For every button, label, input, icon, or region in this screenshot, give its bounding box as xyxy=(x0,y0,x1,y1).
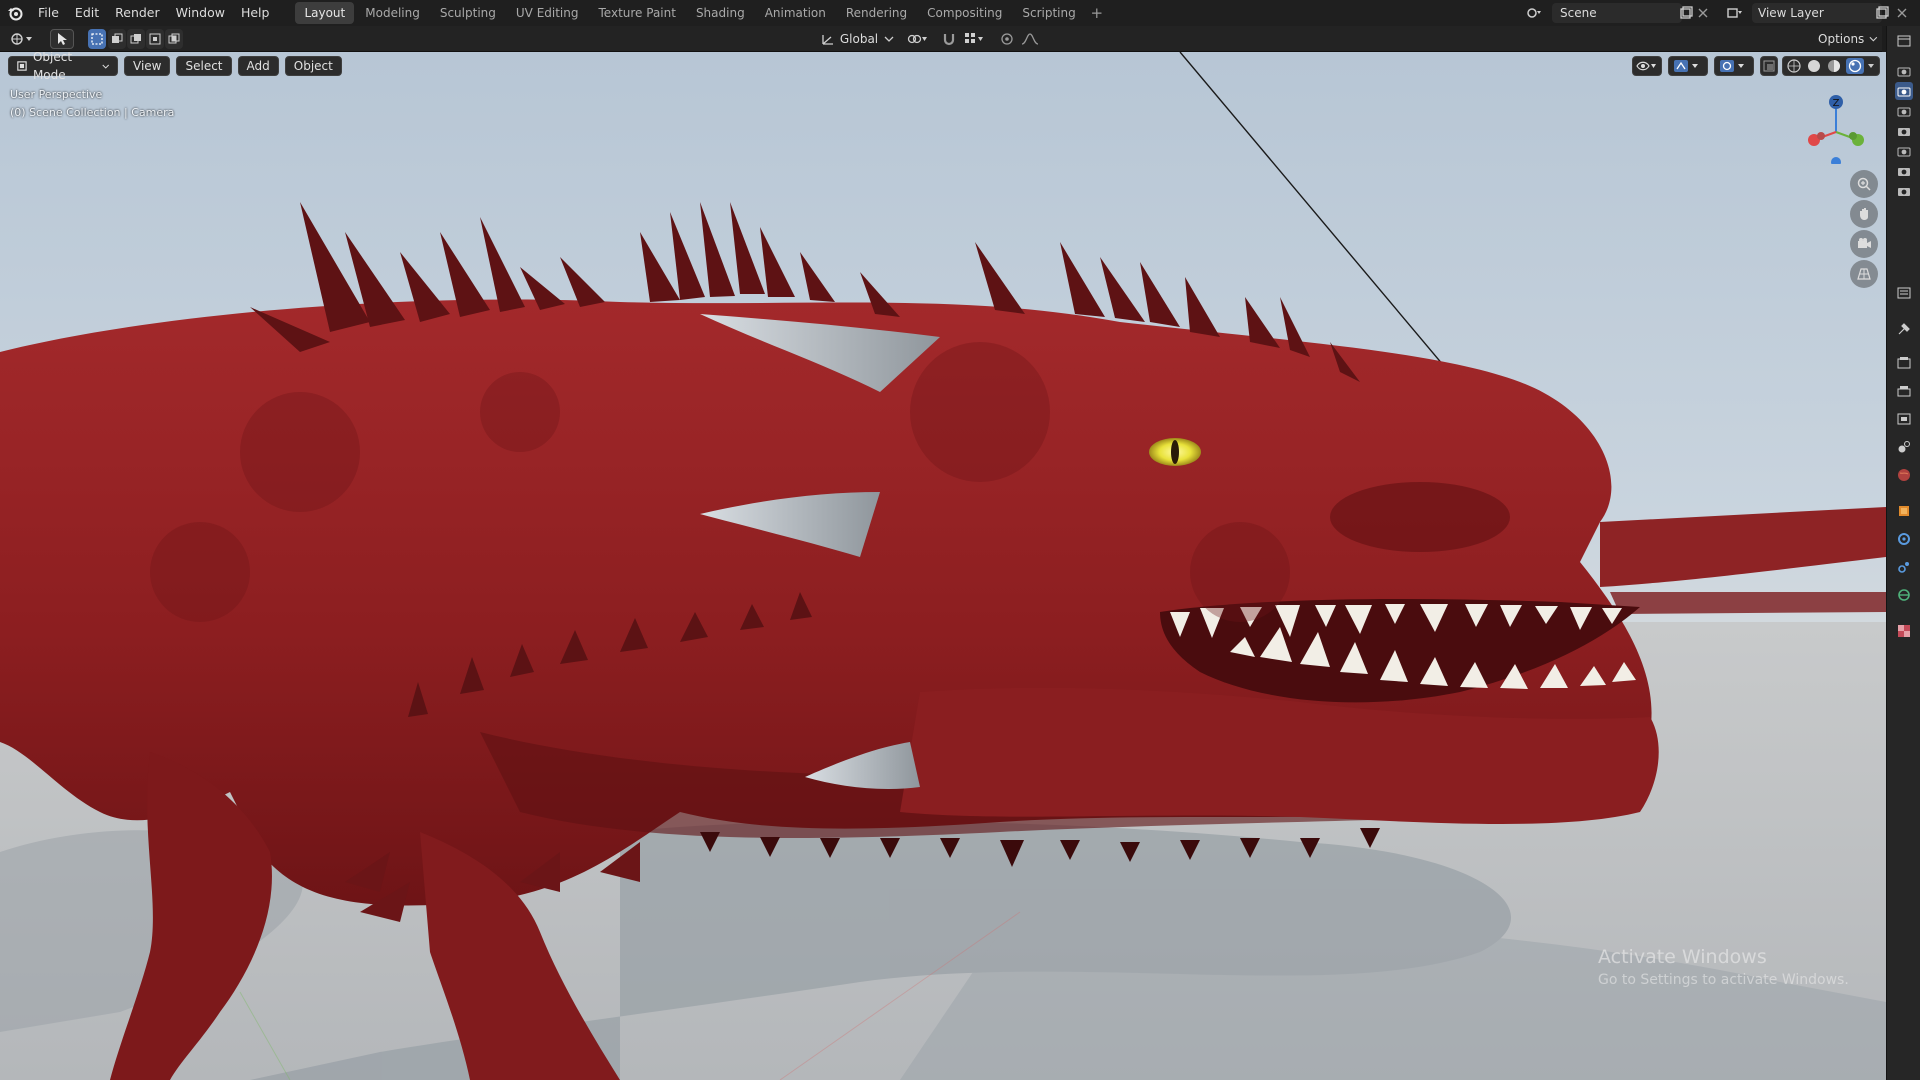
pan-hand-icon[interactable] xyxy=(1850,200,1878,228)
editor-type-icon[interactable] xyxy=(1895,32,1913,50)
world-icon[interactable] xyxy=(1895,466,1913,484)
render-camera-active-icon[interactable] xyxy=(1895,82,1913,100)
tool-icon[interactable] xyxy=(1895,320,1913,338)
tab-sculpting[interactable]: Sculpting xyxy=(431,2,505,24)
render-camera-icon[interactable] xyxy=(1895,182,1913,200)
select-tool-button[interactable] xyxy=(50,29,74,49)
tab-rendering[interactable]: Rendering xyxy=(837,2,916,24)
physics-icon[interactable] xyxy=(1895,586,1913,604)
visibility-dropdown[interactable] xyxy=(1632,56,1662,76)
select-mode-subtract-icon[interactable] xyxy=(127,29,145,49)
options-dropdown[interactable]: Options xyxy=(1818,29,1878,49)
top-menu-bar: File Edit Render Window Help Layout Mode… xyxy=(0,0,1920,26)
select-mode-extend-icon[interactable] xyxy=(108,29,126,49)
tab-scripting[interactable]: Scripting xyxy=(1013,2,1084,24)
gizmo-z-label: Z xyxy=(1833,98,1840,109)
select-mode-new-icon[interactable] xyxy=(88,29,106,49)
options-label: Options xyxy=(1818,32,1865,46)
tab-shading[interactable]: Shading xyxy=(687,2,754,24)
tab-uv-editing[interactable]: UV Editing xyxy=(507,2,588,24)
tab-compositing[interactable]: Compositing xyxy=(918,2,1011,24)
transform-orientation-dropdown[interactable]: Global xyxy=(818,29,896,49)
scene-name: Scene xyxy=(1560,6,1597,20)
object-menu-button[interactable]: Object xyxy=(284,56,342,76)
shading-mode-group xyxy=(1782,56,1880,76)
render-camera-icon[interactable] xyxy=(1895,102,1913,120)
render-camera-icon[interactable] xyxy=(1895,142,1913,160)
tab-animation[interactable]: Animation xyxy=(756,2,835,24)
3d-viewport[interactable]: Object Mode View Select Add Object User … xyxy=(0,52,1886,1080)
add-menu-button[interactable]: Add xyxy=(237,56,279,76)
object-icon[interactable] xyxy=(1895,502,1913,520)
delete-scene-icon[interactable] xyxy=(1692,3,1714,23)
particles-icon[interactable] xyxy=(1895,558,1913,576)
navigation-gizmo[interactable]: Z xyxy=(1796,84,1876,164)
tool-header: Global Options xyxy=(0,26,1882,52)
perspective-label: User Perspective xyxy=(10,88,103,101)
texture-icon[interactable] xyxy=(1895,622,1913,640)
output-icon[interactable] xyxy=(1895,382,1913,400)
gizmo-toggle[interactable] xyxy=(1668,56,1708,76)
view-layer-browse-icon[interactable] xyxy=(1724,3,1746,23)
snap-target-dropdown[interactable] xyxy=(960,29,990,49)
menu-render[interactable]: Render xyxy=(107,0,168,26)
scene-browse-icon[interactable] xyxy=(1524,3,1546,23)
select-mode-intersect-icon[interactable] xyxy=(165,29,183,49)
perspective-toggle-icon[interactable] xyxy=(1850,260,1878,288)
view-layer-name: View Layer xyxy=(1758,6,1824,20)
menu-file[interactable]: File xyxy=(30,0,67,26)
collection-label: (0) Scene Collection | Camera xyxy=(10,106,175,119)
viewport-render xyxy=(0,52,1886,1080)
new-view-layer-icon[interactable] xyxy=(1871,3,1893,23)
proportional-editing-icon[interactable] xyxy=(997,29,1017,49)
select-mode-invert-icon[interactable] xyxy=(146,29,164,49)
scene-icon[interactable] xyxy=(1895,438,1913,456)
select-menu-button[interactable]: Select xyxy=(176,56,232,76)
render-icon[interactable] xyxy=(1895,354,1913,372)
view-menu-button[interactable]: View xyxy=(124,56,171,76)
object-mode-dropdown[interactable]: Object Mode xyxy=(8,52,118,82)
workspace-tabs: Layout Modeling Sculpting UV Editing Tex… xyxy=(295,0,1106,26)
add-workspace-button[interactable]: + xyxy=(1087,4,1107,22)
view-layer-icon[interactable] xyxy=(1895,410,1913,428)
zoom-icon[interactable] xyxy=(1850,170,1878,198)
tab-texture-paint[interactable]: Texture Paint xyxy=(590,2,685,24)
menu-edit[interactable]: Edit xyxy=(67,0,107,26)
tab-layout[interactable]: Layout xyxy=(295,2,355,24)
object-mode-icon xyxy=(17,61,27,71)
properties-tab-strip xyxy=(1886,26,1920,1080)
xray-toggle-icon[interactable] xyxy=(1760,56,1778,76)
transform-orientation-label: Global xyxy=(839,32,879,46)
properties-editor-icon[interactable] xyxy=(1895,284,1913,302)
activate-windows-title: Activate Windows xyxy=(1598,946,1767,968)
menu-help[interactable]: Help xyxy=(233,0,278,26)
delete-view-layer-icon[interactable] xyxy=(1891,3,1913,23)
tab-modeling[interactable]: Modeling xyxy=(356,2,429,24)
overlays-toggle[interactable] xyxy=(1714,56,1754,76)
blender-logo-icon[interactable] xyxy=(0,0,30,26)
camera-view-icon[interactable] xyxy=(1850,230,1878,258)
render-camera-icon[interactable] xyxy=(1895,162,1913,180)
pivot-point-dropdown[interactable] xyxy=(903,29,933,49)
editor-type-menu[interactable] xyxy=(6,29,38,49)
menu-window[interactable]: Window xyxy=(168,0,233,26)
snap-toggle-icon[interactable] xyxy=(938,29,960,49)
view-layer-field[interactable]: View Layer xyxy=(1752,3,1882,23)
modifier-icon[interactable] xyxy=(1895,530,1913,548)
viewport-header: Object Mode View Select Add Object xyxy=(8,52,342,82)
scene-name-field[interactable]: Scene xyxy=(1552,3,1682,23)
proportional-falloff-dropdown[interactable] xyxy=(1018,29,1046,49)
activate-windows-subtitle: Go to Settings to activate Windows. xyxy=(1598,972,1849,988)
object-mode-label: Object Mode xyxy=(32,52,73,82)
render-camera-icon[interactable] xyxy=(1895,62,1913,80)
render-camera-icon[interactable] xyxy=(1895,122,1913,140)
